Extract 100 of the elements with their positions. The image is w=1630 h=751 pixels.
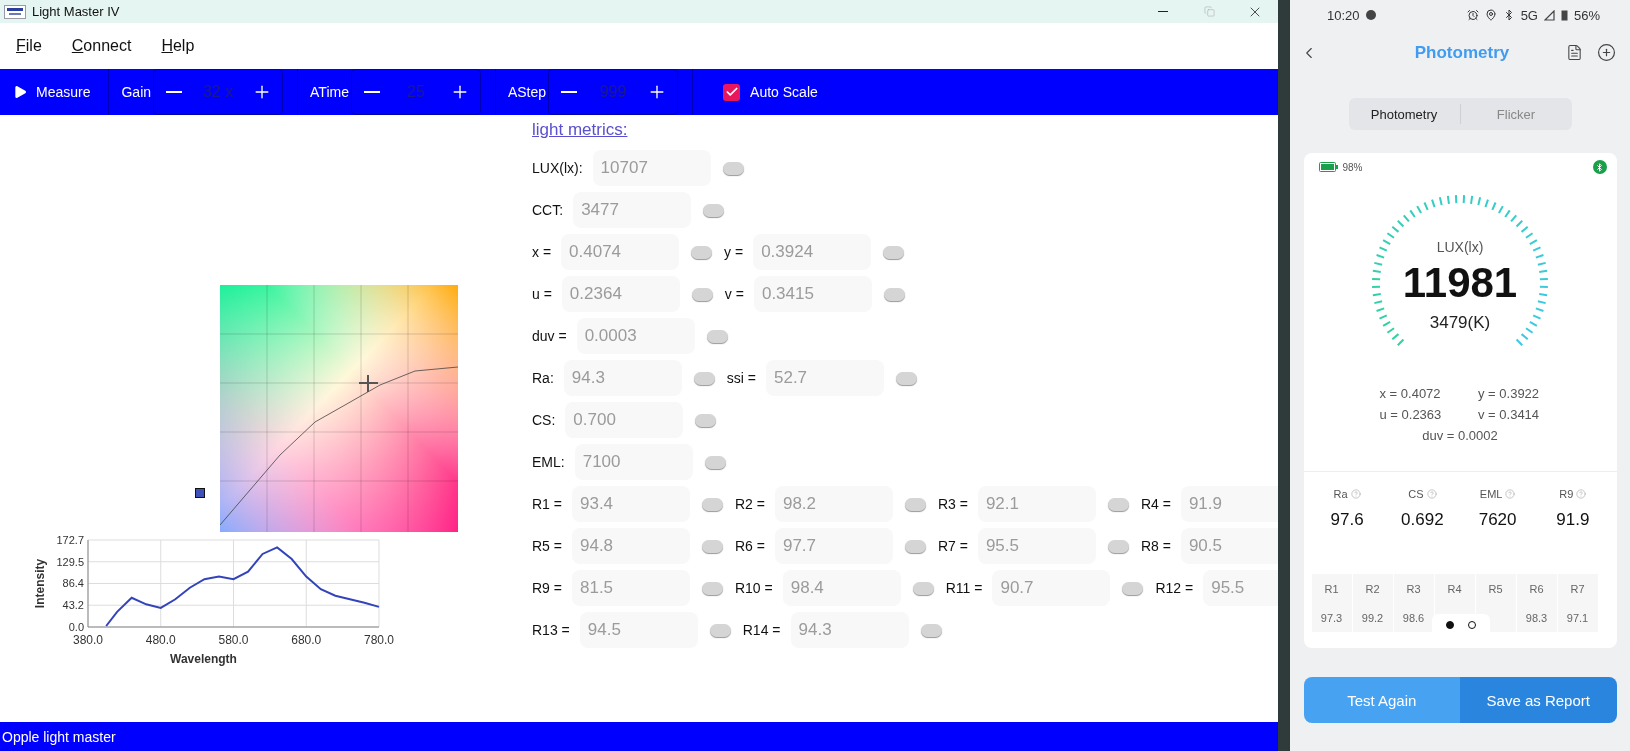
metric-label: CS: <box>532 412 556 428</box>
x-tick-label: 580.0 <box>218 633 249 647</box>
index-label: R9 <box>1559 488 1574 500</box>
toggle-button[interactable] <box>1107 539 1129 553</box>
stepper-label: AStep <box>507 84 547 100</box>
table-header-cell-text: R3 <box>1406 581 1421 597</box>
value-field[interactable]: 90.7 <box>992 570 1111 606</box>
toggle-button[interactable] <box>706 329 728 343</box>
toggle-button[interactable] <box>691 287 713 301</box>
action-button[interactable]: Save as Report <box>1460 677 1617 723</box>
toggle-button[interactable] <box>896 371 917 385</box>
value-field[interactable]: 0.700 <box>565 402 684 438</box>
value-field[interactable]: 0.3924 <box>753 234 872 270</box>
signal-icon <box>1543 9 1555 21</box>
help-icon[interactable] <box>1350 489 1361 499</box>
stepper-control[interactable]: 25 <box>350 69 481 115</box>
segment-tab[interactable]: Flicker <box>1460 98 1572 130</box>
value-field[interactable]: 81.5 <box>571 570 690 606</box>
toggle-button[interactable] <box>701 497 723 511</box>
value-field[interactable]: 98.2 <box>774 486 893 522</box>
metric-label: R7 = <box>937 538 968 554</box>
toggle-button[interactable] <box>701 539 723 553</box>
metric-label: CCT: <box>532 202 564 218</box>
value-field[interactable]: 94.3 <box>563 360 682 396</box>
y-axis-title: Intensity <box>33 558 47 609</box>
toggle-button[interactable] <box>1107 497 1129 511</box>
document-button[interactable] <box>1566 44 1583 61</box>
page-title: Photometry <box>1413 42 1511 63</box>
x-axis-title: Wavelength <box>170 652 237 666</box>
toggle-button[interactable] <box>691 245 713 259</box>
toggle-button[interactable] <box>693 371 715 385</box>
value-field[interactable]: 90.5 <box>1180 528 1278 564</box>
value-field[interactable]: 93.4 <box>571 486 690 522</box>
toggle-button[interactable] <box>701 581 723 595</box>
value-field[interactable]: 94.5 <box>579 612 698 648</box>
notification-icon <box>1365 10 1376 20</box>
value-field[interactable]: 94.3 <box>790 612 909 648</box>
location-icon <box>1484 9 1497 21</box>
value-field[interactable]: 91.9 <box>1180 486 1278 522</box>
toggle-button[interactable] <box>704 455 726 469</box>
index-value: 7620 <box>1478 510 1517 530</box>
device-battery-icon <box>1318 162 1338 172</box>
toggle-button[interactable] <box>709 623 731 637</box>
metric-label: R12 = <box>1155 580 1194 596</box>
clock-time: 10:20 <box>1327 7 1360 23</box>
help-icon[interactable] <box>1426 489 1437 499</box>
auto-scale-checkbox[interactable] <box>723 83 741 101</box>
toggle-button[interactable] <box>904 539 926 553</box>
value-field[interactable]: 10707 <box>592 150 711 186</box>
menu-item[interactable]: Help <box>161 37 195 55</box>
toggle-button[interactable] <box>722 161 744 175</box>
value-field[interactable]: 97.7 <box>774 528 893 564</box>
action-button[interactable]: Test Again <box>1303 677 1460 723</box>
value-field[interactable]: 0.4074 <box>561 234 680 270</box>
value-field[interactable]: 0.2364 <box>561 276 680 312</box>
metric-label: x = <box>532 244 552 260</box>
value-field[interactable]: 52.7 <box>766 360 884 396</box>
toggle-button[interactable] <box>883 287 905 301</box>
metric-label: v = <box>724 286 744 302</box>
value-field[interactable]: 92.1 <box>977 486 1096 522</box>
table-cell-text: 99.2 <box>1361 610 1384 626</box>
metric-label: R2 = <box>734 496 765 512</box>
toggle-button[interactable] <box>695 413 717 427</box>
legend-marker <box>195 488 205 498</box>
toggle-button[interactable] <box>912 581 934 595</box>
toggle-button[interactable] <box>920 623 942 637</box>
menu-item[interactable]: Connect <box>71 37 132 55</box>
value-field[interactable]: 7100 <box>574 444 693 480</box>
page-indicator-dot[interactable] <box>1445 621 1454 629</box>
help-icon[interactable] <box>1505 489 1516 499</box>
metric-label: u = <box>532 286 552 302</box>
value-field[interactable]: 95.5 <box>977 528 1096 564</box>
page-indicator-dot[interactable] <box>1467 621 1476 629</box>
light-metrics-link[interactable]: light metrics: <box>532 120 628 140</box>
stepper-control[interactable]: 999 <box>548 69 679 115</box>
coordinate-value: x = 0.4072 <box>1379 386 1442 401</box>
battery-icon <box>1560 9 1568 21</box>
segment-tab[interactable]: Photometry <box>1348 98 1460 130</box>
stepper-control[interactable]: 32 x <box>153 69 284 115</box>
add-button[interactable] <box>1597 43 1616 62</box>
table-header-cell-text: R1 <box>1324 581 1339 597</box>
value-field[interactable]: 0.0003 <box>576 318 695 354</box>
value-field[interactable]: 0.3415 <box>753 276 872 312</box>
toggle-button[interactable] <box>1122 581 1144 595</box>
value-field[interactable]: 95.5 <box>1203 570 1278 606</box>
value-field[interactable]: 94.8 <box>571 528 690 564</box>
x-tick-label: 380.0 <box>73 633 103 647</box>
toggle-button[interactable] <box>883 245 905 259</box>
restore-icon <box>1203 6 1215 17</box>
help-icon[interactable] <box>1576 489 1587 499</box>
value-field[interactable]: 98.4 <box>782 570 901 606</box>
value-field[interactable]: 3477 <box>573 192 692 228</box>
index-label: Ra <box>1333 488 1348 500</box>
metric-label: R14 = <box>742 622 781 638</box>
stepper-value: 999 <box>598 83 628 101</box>
menu-item[interactable]: File <box>16 37 42 55</box>
toggle-button[interactable] <box>703 203 725 217</box>
toggle-button[interactable] <box>904 497 926 511</box>
stepper-value: 25 <box>406 83 426 101</box>
measure-button[interactable]: Measure <box>0 69 109 115</box>
